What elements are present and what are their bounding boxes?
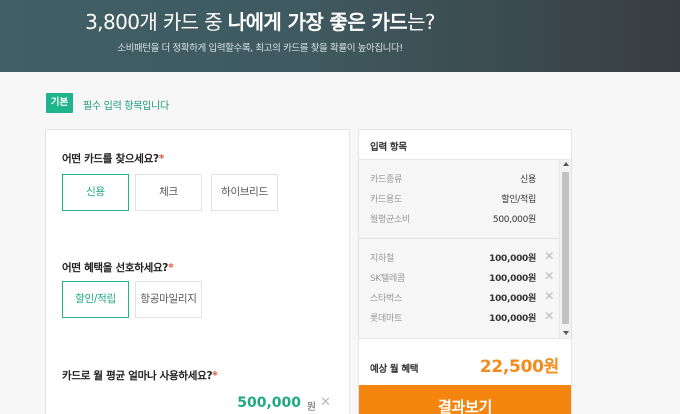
- remove-item-icon[interactable]: ✕: [544, 309, 554, 323]
- spending-row: 지하철 100,000원 ✕: [370, 249, 554, 264]
- input-form-panel: 어떤 카드를 찾으세요?* 신용 체크 하이브리드 어떤 혜택을 선호하세요?*…: [45, 129, 350, 414]
- summary-panel: 입력 항목 카드종류 신용 카드용도 할인/적립 월평균소비 500,000원 지하철…: [358, 129, 572, 414]
- expected-benefit-value: 22,500원: [479, 357, 559, 377]
- scroll-up-arrow-icon[interactable]: [563, 162, 569, 166]
- summary-list[interactable]: 카드종류 신용 카드용도 할인/적립 월평균소비 500,000원 지하철 100,00…: [359, 160, 571, 338]
- summary-row: 월평균소비 500,000원: [370, 215, 536, 225]
- remove-item-icon[interactable]: ✕: [544, 269, 554, 283]
- expected-benefit-label: 예상 월 혜택: [370, 364, 419, 375]
- summary-title: 입력 항목: [370, 142, 407, 153]
- summary-row: 카드종류 신용: [370, 175, 536, 185]
- option-discount-points[interactable]: 할인/적립: [62, 281, 129, 318]
- summary-row: 카드용도 할인/적립: [370, 195, 536, 205]
- question-card-type: 어떤 카드를 찾으세요?*: [62, 153, 164, 165]
- remove-item-icon[interactable]: ✕: [544, 289, 554, 303]
- option-check[interactable]: 체크: [135, 174, 202, 211]
- hero-banner: 3,800개 카드 중 나에게 가장 좋은 카드는? 소비패턴을 더 정확하게 …: [0, 0, 680, 72]
- section-description: 필수 입력 항목입니다: [83, 101, 169, 112]
- page-title: 3,800개 카드 중 나에게 가장 좋은 카드는?: [85, 10, 435, 34]
- page-subtitle: 소비패턴을 더 정확하게 입력할수록, 최고의 카드를 찾을 확률이 높아집니다…: [117, 43, 403, 54]
- monthly-spending-input[interactable]: 500,000: [237, 395, 301, 411]
- scrollbar-thumb[interactable]: [562, 172, 569, 324]
- option-hybrid[interactable]: 하이브리드: [211, 174, 278, 211]
- summary-scrollbar[interactable]: [559, 160, 571, 338]
- amount-unit: 원: [306, 402, 316, 413]
- question-monthly-spending: 카드로 월 평균 얼마나 사용하세요?*: [62, 370, 218, 382]
- spending-row: SK텔레콤 100,000원 ✕: [370, 269, 554, 284]
- section-tag: 기본: [46, 93, 73, 113]
- summary-inner-divider: [359, 238, 561, 239]
- spending-row: 스타벅스 100,000원 ✕: [370, 289, 554, 304]
- clear-amount-icon[interactable]: ✕: [320, 395, 331, 410]
- option-airline-mileage[interactable]: 항공마일리지: [135, 281, 202, 318]
- remove-item-icon[interactable]: ✕: [544, 249, 554, 263]
- view-results-button[interactable]: 결과보기: [359, 385, 571, 414]
- option-credit[interactable]: 신용: [62, 174, 129, 211]
- spending-row: 롯데마트 100,000원 ✕: [370, 309, 554, 324]
- question-benefit-type: 어떤 혜택을 선호하세요?*: [62, 262, 174, 274]
- scroll-down-arrow-icon[interactable]: [563, 331, 569, 335]
- summary-divider: [359, 338, 571, 339]
